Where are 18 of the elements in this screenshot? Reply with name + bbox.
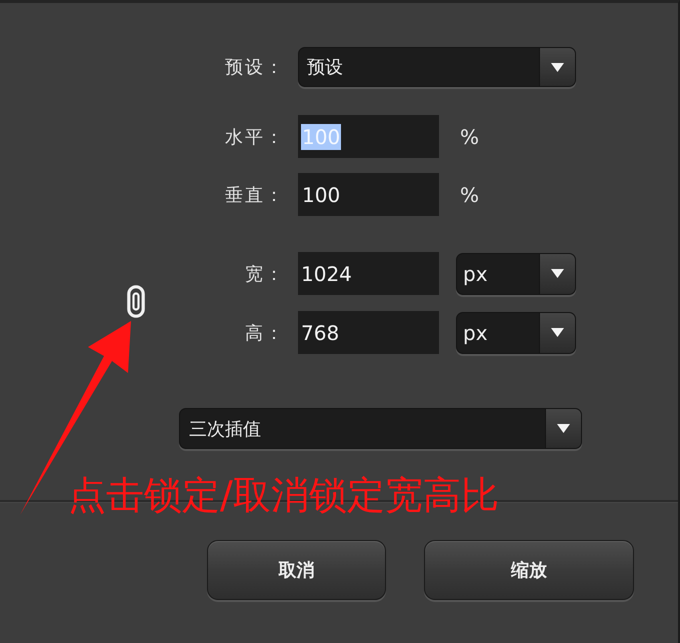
field-label: 高： [244,322,285,344]
field-label: 宽： [244,262,285,286]
unit-dropdown[interactable]: px [456,312,576,354]
input-field[interactable]: 100 [298,173,439,216]
input-field[interactable]: 1024 [298,252,439,295]
chain-link-icon[interactable] [127,284,145,318]
annotation-text: 点击锁定/取消锁定宽高比 [68,475,499,517]
interpolation-dropdown[interactable]: 三次插值 [179,408,582,449]
cancel-button[interactable]: 取消 [207,540,386,600]
field-label: 垂直： [224,184,285,206]
field-label: 预设： [224,56,285,79]
scale-button[interactable]: 缩放 [424,540,634,600]
input-field[interactable]: 768 [298,311,439,354]
unit-dropdown[interactable]: px [456,252,576,294]
field-label: 水平： [224,126,285,148]
preset-dropdown[interactable]: 预设 [298,47,576,87]
unit-label: % [460,124,480,148]
unit-label: % [460,182,480,206]
